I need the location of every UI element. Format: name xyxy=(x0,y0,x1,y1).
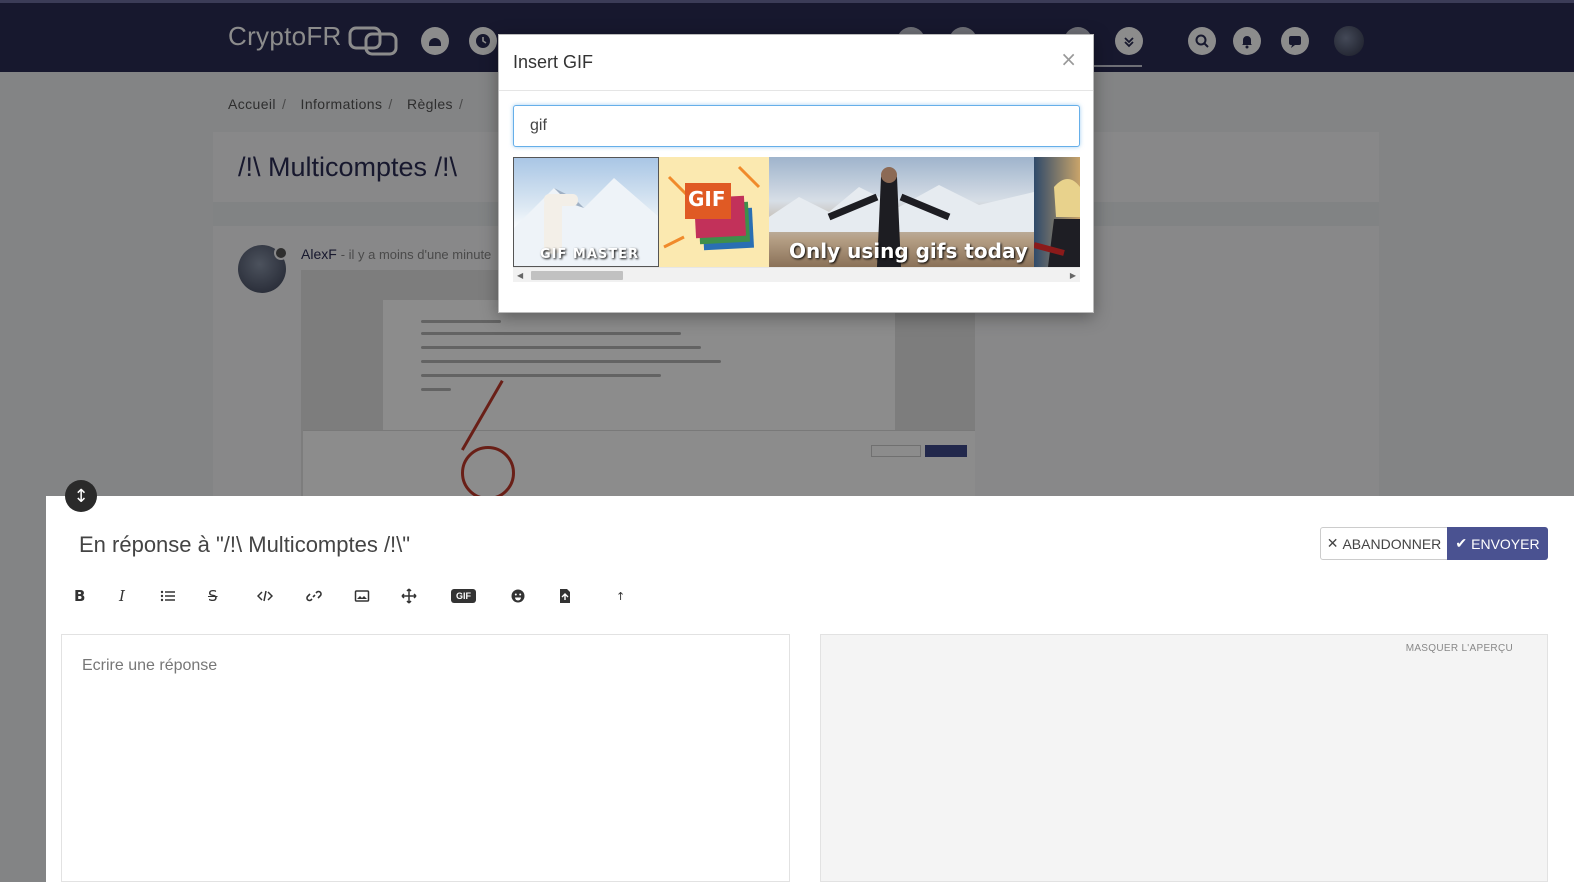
gif-caption-suit-man: Only using gifs today xyxy=(789,239,1028,263)
reply-title: En réponse à "/!\ Multicomptes /!\" xyxy=(79,532,411,557)
code-icon[interactable] xyxy=(257,584,273,608)
gif-label: GIF xyxy=(451,589,476,603)
check-icon: ✔ xyxy=(1455,535,1468,551)
gif-result-llama[interactable]: GIF MASTER xyxy=(513,157,659,267)
modal-divider xyxy=(499,90,1093,91)
list-icon[interactable] xyxy=(160,584,176,608)
cancel-label: ABANDONNER xyxy=(1342,535,1442,552)
close-icon: ✕ xyxy=(1326,535,1339,551)
image-icon[interactable] xyxy=(354,584,370,608)
strikethrough-icon[interactable]: S xyxy=(208,584,218,608)
move-icon[interactable] xyxy=(401,584,417,608)
gif-result-suit-man[interactable]: Only using gifs today xyxy=(769,157,1034,267)
insert-gif-modal: Insert GIF × GIF MASTER GIF xyxy=(498,34,1094,313)
send-label: ENVOYER xyxy=(1471,535,1540,552)
gif-caption-llama: GIF MASTER xyxy=(540,247,640,262)
reply-textarea[interactable]: Ecrire une réponse xyxy=(61,634,790,882)
arrow-up-icon[interactable]: ↑ xyxy=(616,584,625,608)
reply-placeholder: Ecrire une réponse xyxy=(82,657,218,674)
preview-pane: MASQUER L'APERÇU xyxy=(820,634,1548,882)
hide-preview-link[interactable]: MASQUER L'APERÇU xyxy=(1406,643,1513,654)
cancel-button[interactable]: ✕ ABANDONNER xyxy=(1320,527,1448,560)
modal-close-icon[interactable]: × xyxy=(1060,47,1077,71)
emoji-icon[interactable] xyxy=(510,584,526,608)
send-button[interactable]: ✔ ENVOYER xyxy=(1447,527,1548,560)
resize-handle-icon[interactable]: ↕ xyxy=(65,480,97,512)
gif-strip-scrollbar[interactable]: ◀ ▶ xyxy=(513,267,1080,282)
modal-title: Insert GIF xyxy=(513,52,594,72)
bold-icon[interactable]: B xyxy=(74,584,85,608)
scroll-thumb[interactable] xyxy=(531,271,623,280)
gif-result-woman[interactable] xyxy=(1034,157,1080,267)
gif-caption-logo: GIF xyxy=(688,187,726,211)
gif-result-logo[interactable]: GIF xyxy=(659,157,769,267)
gif-icon[interactable]: GIF xyxy=(451,584,476,608)
scroll-right-icon[interactable]: ▶ xyxy=(1070,271,1076,280)
file-upload-icon[interactable] xyxy=(557,584,573,608)
gif-search-input[interactable] xyxy=(513,105,1080,147)
link-icon[interactable] xyxy=(306,584,322,608)
gif-results-strip: GIF MASTER GIF Only using gifs today xyxy=(513,157,1080,267)
italic-icon[interactable]: I xyxy=(119,584,125,608)
scroll-left-icon[interactable]: ◀ xyxy=(517,271,523,280)
